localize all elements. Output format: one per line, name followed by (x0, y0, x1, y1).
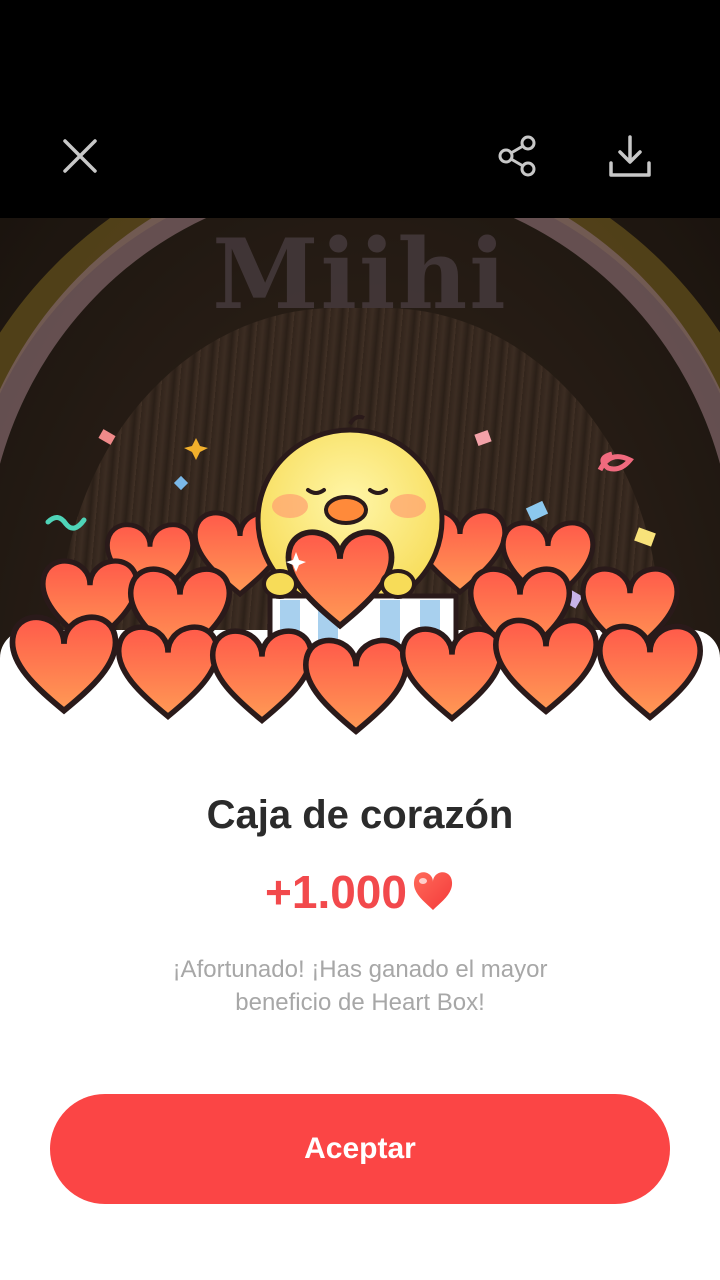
heart-box-illustration (0, 414, 720, 750)
download-button[interactable] (602, 128, 658, 184)
reward-message: ¡Afortunado! ¡Has ganado el mayor benefi… (120, 953, 600, 1019)
download-icon (609, 135, 651, 177)
heart-icon (413, 872, 453, 910)
accept-button[interactable]: Aceptar (50, 1094, 670, 1204)
close-button[interactable] (52, 128, 108, 184)
reward-amount: +1.000 (265, 866, 407, 918)
share-button[interactable] (490, 128, 546, 184)
close-icon (63, 139, 97, 173)
share-icon (498, 135, 536, 177)
reward-message-line1: ¡Afortunado! ¡Has ganado el mayor (172, 956, 548, 983)
reward-message-line2: beneficio de Heart Box! (235, 989, 485, 1016)
reward-row: +1.000 (0, 864, 720, 920)
top-toolbar (0, 0, 720, 218)
dialog-title: Caja de corazón (206, 793, 514, 837)
